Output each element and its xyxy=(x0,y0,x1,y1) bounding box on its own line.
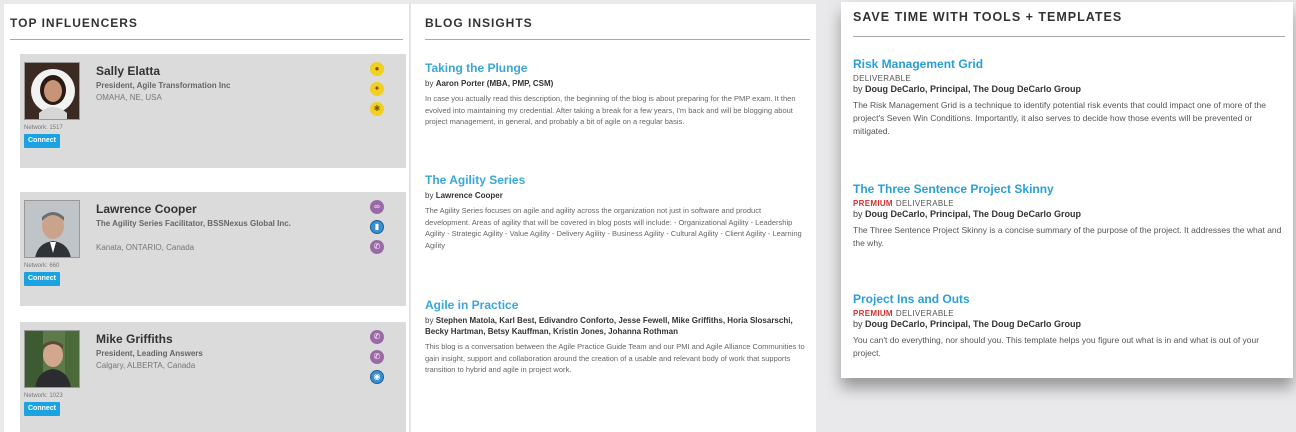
blue-chart-icon[interactable]: ▮ xyxy=(370,220,384,234)
template-byline: by Doug DeCarlo, Principal, The Doug DeC… xyxy=(853,209,1285,219)
influencer-name[interactable]: Mike Griffiths xyxy=(96,332,173,346)
influencer-card: Network: 1023 Connect Mike Griffiths Pre… xyxy=(20,322,406,432)
purple-phone-icon[interactable]: ✆ xyxy=(370,350,384,364)
template-byline: by Doug DeCarlo, Principal, The Doug DeC… xyxy=(853,319,1285,329)
purple-link-icon[interactable]: ∞ xyxy=(370,200,384,214)
deliverable-label: DELIVERABLE xyxy=(853,74,911,83)
avatar[interactable] xyxy=(24,330,80,388)
influencer-name[interactable]: Lawrence Cooper xyxy=(96,202,197,216)
template-description: The Risk Management Grid is a technique … xyxy=(853,100,1266,136)
template-byline: by Doug DeCarlo, Principal, The Doug DeC… xyxy=(853,84,1285,94)
blog-post-byline: by Lawrence Cooper xyxy=(425,190,805,201)
blog-post: Taking the Plunge by Aaron Porter (MBA, … xyxy=(425,61,805,128)
template-title[interactable]: Risk Management Grid xyxy=(853,57,1285,71)
template-item: The Three Sentence Project Skinny PREMIU… xyxy=(853,182,1285,250)
influencer-location: OMAHA, NE, USA xyxy=(96,93,162,102)
top-influencers-heading: TOP INFLUENCERS xyxy=(10,16,403,40)
template-description: The Three Sentence Project Skinny is a c… xyxy=(853,225,1282,248)
connect-button[interactable]: Connect xyxy=(24,402,60,416)
template-author: Doug DeCarlo, Principal, The Doug DeCarl… xyxy=(865,209,1082,219)
deliverable-label: DELIVERABLE xyxy=(895,199,954,208)
blog-post-title[interactable]: Taking the Plunge xyxy=(425,61,805,75)
by-prefix: by xyxy=(853,84,863,94)
badge-list: ✆ ✆ ◉ xyxy=(370,330,386,390)
template-author: Doug DeCarlo, Principal, The Doug DeCarl… xyxy=(865,319,1082,329)
avatar[interactable] xyxy=(24,200,80,258)
influencer-location: Calgary, ALBERTA, Canada xyxy=(96,361,196,370)
blog-post-byline: by Aaron Porter (MBA, PMP, CSM) xyxy=(425,78,805,89)
blog-post-authors[interactable]: Lawrence Cooper xyxy=(436,191,503,200)
template-type: DELIVERABLE xyxy=(853,74,1285,83)
network-count: Network: 1023 xyxy=(24,393,63,399)
blog-post: The Agility Series by Lawrence Cooper Th… xyxy=(425,173,805,251)
blue-globe-icon[interactable]: ◉ xyxy=(370,370,384,384)
deliverable-label: DELIVERABLE xyxy=(895,309,954,318)
by-prefix: by xyxy=(853,319,863,329)
blog-insights-panel: BLOG INSIGHTS Taking the Plunge by Aaron… xyxy=(411,4,816,432)
gold-medal-icon[interactable]: ● xyxy=(370,62,384,76)
premium-label: PREMIUM xyxy=(853,309,893,318)
network-count: Network: 660 xyxy=(24,263,60,269)
blog-post-byline: by Stephen Matola, Karl Best, Edivandro … xyxy=(425,315,805,337)
template-title[interactable]: The Three Sentence Project Skinny xyxy=(853,182,1285,196)
template-item: Project Ins and Outs PREMIUM DELIVERABLE … xyxy=(853,292,1285,360)
by-prefix: by xyxy=(425,316,434,325)
influencer-role: The Agility Series Facilitator, BSSNexus… xyxy=(96,219,291,228)
by-prefix: by xyxy=(425,79,434,88)
template-type: PREMIUM DELIVERABLE xyxy=(853,309,1285,318)
blog-post: Agile in Practice by Stephen Matola, Kar… xyxy=(425,298,805,376)
blog-post-description: This blog is a conversation between the … xyxy=(425,342,805,374)
badge-list: ● ✦ ✱ xyxy=(370,62,386,122)
top-influencers-panel: TOP INFLUENCERS Network: 1517 Connect Sa… xyxy=(4,4,410,432)
connect-button[interactable]: Connect xyxy=(24,272,60,286)
influencer-role: President, Leading Answers xyxy=(96,349,203,358)
blog-post-description: The Agility Series focuses on agile and … xyxy=(425,206,802,250)
blog-post-description: In case you actually read this descripti… xyxy=(425,94,796,126)
template-title[interactable]: Project Ins and Outs xyxy=(853,292,1285,306)
tools-templates-heading: SAVE TIME WITH TOOLS + TEMPLATES xyxy=(853,10,1285,37)
template-item: Risk Management Grid DELIVERABLE by Doug… xyxy=(853,57,1285,138)
blog-post-title[interactable]: The Agility Series xyxy=(425,173,805,187)
connect-button[interactable]: Connect xyxy=(24,134,60,148)
influencer-card: Network: 1517 Connect Sally Elatta Presi… xyxy=(20,54,406,168)
blog-post-authors[interactable]: Stephen Matola, Karl Best, Edivandro Con… xyxy=(425,316,793,336)
template-description: You can't do everything, nor should you.… xyxy=(853,335,1260,358)
purple-phone-icon[interactable]: ✆ xyxy=(370,330,384,344)
template-author: Doug DeCarlo, Principal, The Doug DeCarl… xyxy=(865,84,1082,94)
premium-label: PREMIUM xyxy=(853,199,893,208)
template-type: PREMIUM DELIVERABLE xyxy=(853,199,1285,208)
influencer-name[interactable]: Sally Elatta xyxy=(96,64,160,78)
tools-templates-panel: SAVE TIME WITH TOOLS + TEMPLATES Risk Ma… xyxy=(841,2,1293,378)
by-prefix: by xyxy=(425,191,434,200)
by-prefix: by xyxy=(853,209,863,219)
blog-post-authors[interactable]: Aaron Porter (MBA, PMP, CSM) xyxy=(436,79,554,88)
badge-list: ∞ ▮ ✆ xyxy=(370,200,386,260)
gold-ribbon-icon[interactable]: ✦ xyxy=(370,82,384,96)
blog-post-title[interactable]: Agile in Practice xyxy=(425,298,805,312)
purple-phone-icon[interactable]: ✆ xyxy=(370,240,384,254)
blog-insights-heading: BLOG INSIGHTS xyxy=(425,16,810,40)
influencer-role: President, Agile Transformation Inc xyxy=(96,81,231,90)
network-count: Network: 1517 xyxy=(24,125,63,131)
gold-network-icon[interactable]: ✱ xyxy=(370,102,384,116)
avatar[interactable] xyxy=(24,62,80,120)
influencer-location: Kanata, ONTARIO, Canada xyxy=(96,243,195,252)
influencer-card: Network: 660 Connect Lawrence Cooper The… xyxy=(20,192,406,306)
